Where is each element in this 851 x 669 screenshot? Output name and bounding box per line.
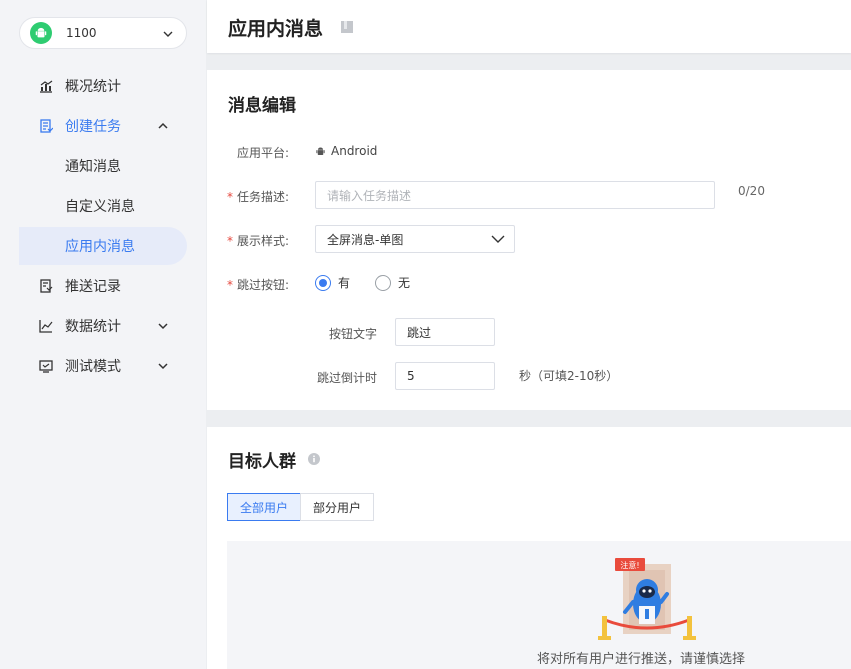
sidebar-item-label: 应用内消息 <box>65 239 135 255</box>
platform-name: Android <box>331 144 378 158</box>
page-title: 应用内消息 <box>228 18 324 40</box>
stats-icon <box>40 80 53 93</box>
chevron-down-icon <box>158 323 168 330</box>
empty-state-message: 将对所有用户进行推送，请谨慎选择 <box>537 652 746 667</box>
section-title: 目标人群 <box>228 452 296 472</box>
sidebar-item-custom-message[interactable]: 自定义消息 <box>19 187 187 225</box>
audience-empty-state: 注意! 将对所有用户进行推送，请谨慎选择 <box>227 541 851 669</box>
sidebar-item-create-task[interactable]: 创建任务 <box>19 107 187 145</box>
android-icon <box>316 147 325 155</box>
sidebar-item-data-stats[interactable]: 数据统计 <box>19 307 187 345</box>
required-mark: * <box>227 234 233 248</box>
sidebar-item-notification[interactable]: 通知消息 <box>19 147 187 185</box>
sidebar-item-push-records[interactable]: 推送记录 <box>19 267 187 305</box>
message-edit-card: 消息编辑 应用平台: Android * 任务描述: 请输入任务描述 0/20 *… <box>207 70 851 410</box>
chevron-down-icon <box>163 31 173 37</box>
countdown-hint: 秒（可填2-10秒） <box>519 369 619 383</box>
chevron-down-icon <box>158 363 168 370</box>
sidebar-item-in-app-message[interactable]: 应用内消息 <box>19 227 187 265</box>
skip-no-radio[interactable]: 无 <box>375 274 410 291</box>
skip-label-text: 跳过按钮: <box>237 278 290 292</box>
sidebar-item-label: 通知消息 <box>65 159 121 175</box>
app-name: 1100 <box>66 26 97 40</box>
required-mark: * <box>227 190 233 204</box>
sidebar-item-label: 概况统计 <box>65 79 121 95</box>
tab-partial-users[interactable]: 部分用户 <box>300 493 375 521</box>
test-icon <box>39 360 53 373</box>
platform-label: 应用平台: <box>237 146 290 160</box>
chart-icon <box>39 320 53 333</box>
sidebar-item-overview[interactable]: 概况统计 <box>19 67 187 105</box>
app-selector[interactable]: 1100 <box>19 17 187 49</box>
bookmark-icon[interactable] <box>340 20 354 34</box>
radio-checked-icon <box>315 274 331 291</box>
section-title: 消息编辑 <box>228 96 296 116</box>
sidebar-item-test-mode[interactable]: 测试模式 <box>19 347 187 385</box>
description-label: * 任务描述: <box>227 188 289 205</box>
countdown-input[interactable]: 5 <box>395 362 495 390</box>
description-input[interactable]: 请输入任务描述 <box>315 181 715 209</box>
sidebar-item-label: 数据统计 <box>65 319 121 335</box>
chevron-down-icon <box>491 235 505 243</box>
sidebar-item-label: 测试模式 <box>65 359 121 375</box>
radio-unchecked-icon <box>375 274 391 291</box>
sidebar-item-label: 推送记录 <box>65 279 121 295</box>
task-icon <box>40 119 53 133</box>
warning-illustration: 注意! <box>598 558 696 640</box>
radio-label: 无 <box>398 276 411 290</box>
required-mark: * <box>227 278 233 292</box>
sidebar-item-label: 创建任务 <box>65 119 121 135</box>
platform-value: Android <box>315 144 377 158</box>
description-label-text: 任务描述: <box>237 190 290 204</box>
radio-label: 有 <box>338 276 351 290</box>
style-select-value: 全屏消息-单图 <box>327 232 404 247</box>
char-counter: 0/20 <box>738 184 765 198</box>
button-text-label: 按钮文字 <box>329 327 378 341</box>
tab-all-users[interactable]: 全部用户 <box>227 493 302 521</box>
badge-text: 注意! <box>620 560 639 570</box>
record-icon <box>40 279 53 293</box>
page-header: 应用内消息 <box>207 0 851 53</box>
audience-tabs: 全部用户 部分用户 <box>227 493 375 521</box>
countdown-label: 跳过倒计时 <box>317 371 378 385</box>
android-icon <box>30 22 52 44</box>
button-text-input[interactable]: 跳过 <box>395 318 495 346</box>
skip-label: * 跳过按钮: <box>227 276 289 293</box>
target-audience-card: 目标人群 全部用户 部分用户 注意! 将对所有用户进行推送，请谨慎选择 <box>207 427 851 669</box>
style-label-text: 展示样式: <box>237 234 290 248</box>
style-label: * 展示样式: <box>227 232 289 249</box>
info-icon[interactable] <box>308 453 320 465</box>
chevron-up-icon <box>158 122 168 129</box>
skip-yes-radio[interactable]: 有 <box>315 274 350 291</box>
style-select[interactable]: 全屏消息-单图 <box>315 225 515 253</box>
sidebar-item-label: 自定义消息 <box>65 199 135 215</box>
sidebar: 1100 概况统计 创建任务 通知消息 自定义消息 应用内消息 推送记录 数据统… <box>0 0 206 669</box>
